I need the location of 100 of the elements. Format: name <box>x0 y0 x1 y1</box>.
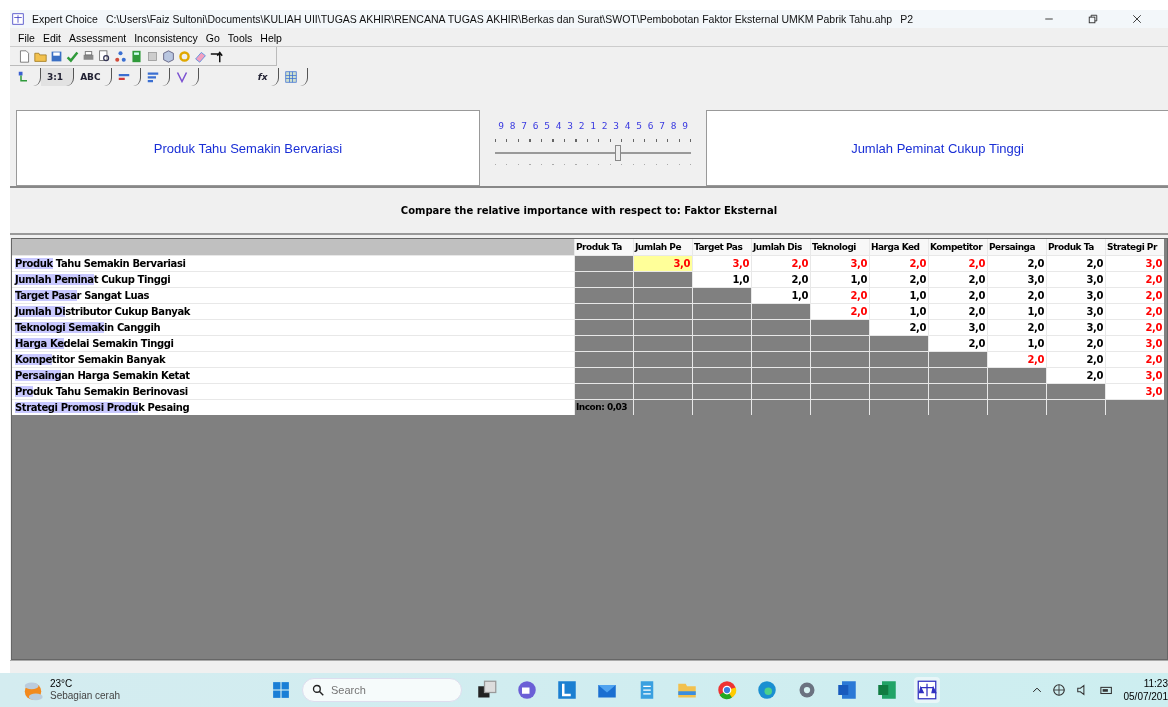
column-header: Jumlah Pe <box>634 239 692 255</box>
chart-icon <box>175 71 188 83</box>
table-cell[interactable]: 2,0 <box>1106 288 1164 303</box>
globe-icon[interactable] <box>1051 683 1066 697</box>
table-cell[interactable]: 2,0 <box>1106 272 1164 287</box>
table-cell[interactable]: 3,0 <box>1106 384 1164 399</box>
prompt-text: Compare the relative importance with respect to: Faktor Eksternal <box>400 205 778 216</box>
table-cell[interactable]: 1,0 <box>693 272 751 287</box>
table-cell[interactable]: 3,0 <box>988 272 1046 287</box>
menu-item[interactable]: Edit <box>42 32 61 44</box>
table-cell[interactable]: 3,0 <box>1047 304 1105 319</box>
table-cell[interactable]: 2,0 <box>870 320 928 335</box>
table-cell[interactable]: 1,0 <box>752 288 810 303</box>
table-cell[interactable]: 1,0 <box>988 336 1046 351</box>
table-cell[interactable]: 2,0 <box>811 288 869 303</box>
checkmark-icon[interactable] <box>66 49 79 63</box>
table-cell[interactable]: 3,0 <box>1047 288 1105 303</box>
row-label[interactable]: Target Pasar Sangat Luas <box>12 288 574 303</box>
spreadsheet-icon <box>877 680 897 700</box>
row-label[interactable]: Teknologi Semakin Canggih <box>12 320 574 335</box>
menu-item[interactable]: Go <box>205 32 220 44</box>
clock-time[interactable]: 11:23 <box>1143 677 1168 690</box>
file-icon[interactable] <box>18 49 31 63</box>
edge-icon <box>757 680 777 700</box>
table-cell[interactable]: 2,0 <box>1106 352 1164 367</box>
table-cell[interactable]: 2,0 <box>929 304 987 319</box>
table-cell[interactable]: 3,0 <box>1047 320 1105 335</box>
table-cell[interactable]: 3,0 <box>1106 336 1164 351</box>
row-label[interactable]: Harga Kedelai Semakin Tinggi <box>12 336 574 351</box>
menu-item[interactable]: Help <box>260 32 282 44</box>
document-icon[interactable] <box>146 49 159 63</box>
table-cell[interactable]: 2,0 <box>1047 352 1105 367</box>
arrow-icon[interactable] <box>210 49 223 63</box>
tab[interactable]: ABC <box>74 68 112 86</box>
row-label[interactable]: Strategi Promosi Produk Pesaing <box>12 400 574 415</box>
row-label[interactable]: Produk Tahu Semakin Bervariasi <box>12 256 574 271</box>
row-label[interactable]: Kompetitor Semakin Banyak <box>12 352 574 367</box>
table-cell[interactable]: 2,0 <box>811 304 869 319</box>
table-cell[interactable]: 2,0 <box>870 256 928 271</box>
gear-icon <box>797 680 817 700</box>
table-cell[interactable]: 1,0 <box>870 288 928 303</box>
column-header: Produk Ta <box>575 239 633 255</box>
table-cell[interactable]: 2,0 <box>1047 336 1105 351</box>
network-icon[interactable] <box>114 49 127 63</box>
table-cell[interactable]: 1,0 <box>988 304 1046 319</box>
restore-icon[interactable] <box>1088 14 1098 24</box>
table-cell[interactable]: 3,0 <box>929 320 987 335</box>
inconsistency-text: Incon: 0,03 <box>575 400 633 415</box>
table-cell[interactable]: 2,0 <box>988 256 1046 271</box>
bars-icon <box>117 71 130 83</box>
table-cell[interactable]: 2,0 <box>752 256 810 271</box>
lines-icon <box>146 71 159 83</box>
table-cell[interactable]: 2,0 <box>1106 320 1164 335</box>
taskbar-button[interactable] <box>914 677 940 703</box>
table-cell[interactable]: 3,0 <box>634 256 692 271</box>
menu-item[interactable]: Assessment <box>69 32 127 44</box>
table-cell[interactable]: 1,0 <box>870 304 928 319</box>
table-cell[interactable]: 2,0 <box>929 336 987 351</box>
row-label[interactable]: Persaingan Harga Semakin Ketat <box>12 368 574 383</box>
app-icon <box>557 680 577 700</box>
table-cell[interactable]: 2,0 <box>929 256 987 271</box>
cube-icon[interactable] <box>162 49 175 63</box>
row-label[interactable]: Jumlah Peminat Cukup Tinggi <box>12 272 574 287</box>
row-label[interactable]: Jumlah Distributor Cukup Banyak <box>12 304 574 319</box>
criterion-panel[interactable]: Jumlah Peminat Cukup Tinggi <box>706 110 1168 186</box>
chevron-up-icon[interactable] <box>1031 685 1042 695</box>
table-cell[interactable]: 2,0 <box>1047 368 1105 383</box>
magnifier-icon[interactable] <box>98 49 111 63</box>
table-cell[interactable]: 2,0 <box>988 352 1046 367</box>
calculator-icon[interactable] <box>130 49 143 63</box>
criterion-panel[interactable]: Produk Tahu Semakin Bervariasi <box>16 110 480 186</box>
printer-icon[interactable] <box>82 49 95 63</box>
table-cell[interactable]: 2,0 <box>1047 256 1105 271</box>
table-cell[interactable]: 2,0 <box>870 272 928 287</box>
column-header: Target Pas <box>693 239 751 255</box>
table-cell[interactable]: 3,0 <box>693 256 751 271</box>
row-label[interactable]: Produk Tahu Semakin Berinovasi <box>12 384 574 399</box>
tab[interactable]: fx <box>198 68 279 86</box>
table-cell[interactable]: 2,0 <box>1106 304 1164 319</box>
menu-item[interactable]: File <box>18 32 35 44</box>
table-cell[interactable]: 3,0 <box>1047 272 1105 287</box>
table-cell[interactable]: 1,0 <box>811 272 869 287</box>
table-cell[interactable]: 3,0 <box>1106 256 1164 271</box>
table-cell[interactable]: 2,0 <box>929 288 987 303</box>
table-cell[interactable]: 3,0 <box>1106 368 1164 383</box>
search-field[interactable]: Search <box>302 678 462 702</box>
table-cell[interactable]: 3,0 <box>811 256 869 271</box>
table-cell[interactable]: 2,0 <box>988 288 1046 303</box>
column-header: Persainga <box>988 239 1046 255</box>
clock-date[interactable]: 05/07/201 <box>1123 690 1168 703</box>
save-icon[interactable] <box>50 49 63 63</box>
menu-item[interactable]: Inconsistency <box>134 32 198 44</box>
table-cell[interactable]: 2,0 <box>929 272 987 287</box>
table-cell[interactable]: 2,0 <box>988 320 1046 335</box>
tab[interactable]: 3:1 <box>41 68 75 86</box>
windows-logo-icon[interactable] <box>272 681 290 699</box>
slider-thumb[interactable] <box>614 145 621 161</box>
menu-item[interactable]: Tools <box>227 32 253 44</box>
close-icon[interactable] <box>1132 14 1142 24</box>
table-cell[interactable]: 2,0 <box>752 272 810 287</box>
